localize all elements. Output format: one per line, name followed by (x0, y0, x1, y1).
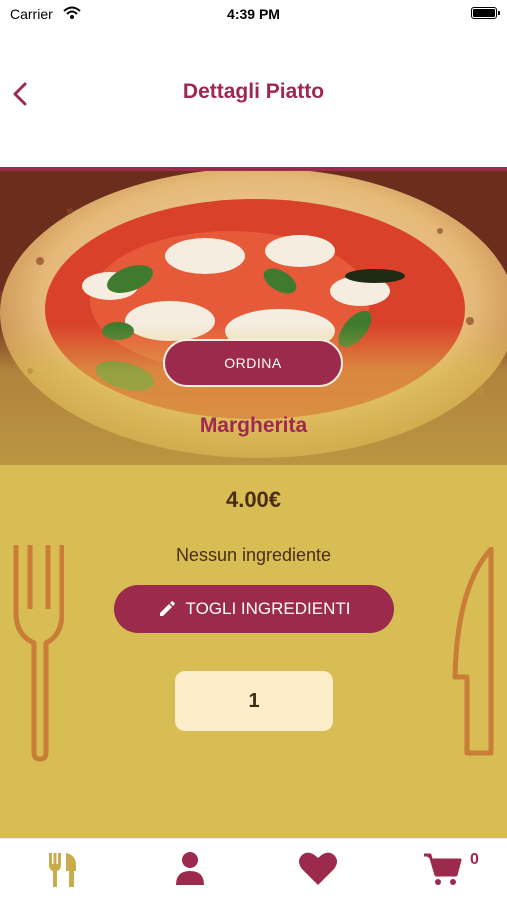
tab-menu[interactable] (41, 851, 85, 891)
dish-name: Margherita (199, 414, 308, 437)
navigation-bar: Dettagli Piatto (0, 28, 507, 167)
utensils-icon (49, 853, 76, 887)
ingredients-text: Nessun ingrediente (175, 545, 332, 565)
tab-cart[interactable] (420, 851, 464, 891)
cart-count-badge: 0 (470, 851, 479, 868)
status-bar: Carrier 4:39 PM (0, 0, 507, 28)
clock: 4:39 PM (227, 6, 280, 22)
tab-profile[interactable] (168, 851, 212, 891)
dish-price: 4.00€ (225, 487, 282, 512)
dish-details: 4.00€ Nessun ingrediente TOGLI INGREDIEN… (0, 465, 507, 838)
order-button[interactable]: ORDINA (163, 339, 343, 387)
tab-favorites[interactable] (296, 851, 340, 891)
fork-icon (13, 545, 64, 762)
user-icon (176, 852, 204, 885)
heart-icon (299, 852, 337, 885)
cart-icon (424, 853, 462, 885)
remove-ingredients-button[interactable]: TOGLI INGREDIENTI (114, 585, 394, 633)
battery-icon (471, 7, 500, 19)
knife-icon (452, 547, 494, 756)
remove-ingredients-label: TOGLI INGREDIENTI (185, 599, 351, 618)
pencil-icon (158, 600, 176, 618)
quantity-input[interactable]: 1 (175, 671, 333, 731)
tab-bar: 0 (0, 838, 507, 901)
page-title: Dettagli Piatto (182, 80, 325, 103)
